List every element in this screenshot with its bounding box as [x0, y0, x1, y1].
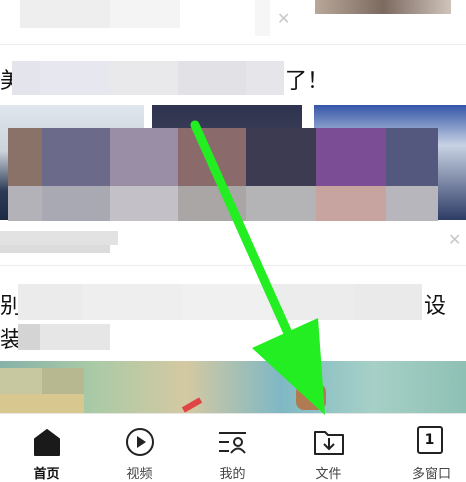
profile-icon — [218, 432, 246, 454]
mosaic — [386, 186, 438, 221]
blurred-headline — [178, 61, 246, 95]
tab-label: 我的 — [219, 467, 246, 482]
blurred-headline — [110, 61, 178, 95]
mosaic — [8, 128, 42, 186]
blurred-headline — [354, 284, 422, 320]
mosaic — [110, 186, 178, 221]
mosaic — [178, 128, 246, 186]
headline-line1-end: 设 — [424, 294, 447, 319]
blurred-headline — [246, 61, 284, 95]
blurred-text — [110, 0, 180, 28]
mosaic — [110, 128, 178, 186]
blurred-headline — [18, 324, 40, 350]
feed-item-1[interactable]: ✕ — [0, 0, 466, 44]
bottom-tab-bar: 首页 视频 我的 文件 1 多窗口 — [0, 413, 466, 482]
home-icon — [33, 429, 60, 456]
tab-label: 文件 — [315, 467, 342, 482]
tab-label: 首页 — [33, 467, 60, 482]
image-detail — [296, 384, 326, 410]
window-count-badge: 1 — [424, 432, 435, 448]
blurred-headline — [40, 324, 110, 350]
tab-multi-window[interactable]: 1 多窗口 — [385, 414, 466, 482]
feed-item-2[interactable]: 美 了！ ✕ — [0, 45, 466, 265]
mosaic — [42, 128, 110, 186]
close-icon[interactable]: ✕ — [277, 11, 290, 27]
mosaic — [316, 186, 386, 221]
blurred-headline — [182, 284, 272, 320]
tab-label: 视频 — [126, 467, 153, 482]
mosaic — [386, 128, 438, 186]
blurred-headline — [40, 61, 110, 95]
mosaic — [246, 186, 316, 221]
mosaic — [42, 368, 84, 394]
thumbnail[interactable] — [315, 0, 451, 14]
blurred-text — [20, 0, 110, 28]
tab-home[interactable]: 首页 — [0, 414, 93, 482]
mosaic — [8, 186, 42, 221]
mosaic — [316, 128, 386, 186]
blurred-headline — [82, 284, 182, 320]
blurred-headline — [18, 284, 82, 320]
blurred-headline — [12, 61, 40, 95]
tab-label: 多窗口 — [411, 467, 451, 482]
play-icon — [125, 428, 154, 456]
tab-video[interactable]: 视频 — [93, 414, 186, 482]
tab-files[interactable]: 文件 — [282, 414, 375, 482]
blurred-text — [255, 0, 270, 36]
mosaic — [0, 394, 84, 413]
mosaic — [42, 186, 110, 221]
blurred-headline — [272, 284, 354, 320]
window-count-icon: 1 — [416, 426, 443, 454]
mosaic — [246, 128, 316, 186]
tab-profile[interactable]: 我的 — [186, 414, 279, 482]
headline-end: 了！ — [285, 69, 330, 94]
close-icon[interactable]: ✕ — [448, 232, 461, 248]
blurred-meta — [0, 245, 110, 253]
mosaic — [178, 186, 246, 221]
feed-item-3[interactable]: 别 设 装 — [0, 266, 466, 413]
blurred-meta — [0, 231, 118, 245]
download-folder-icon — [313, 431, 344, 455]
mosaic — [0, 368, 42, 394]
